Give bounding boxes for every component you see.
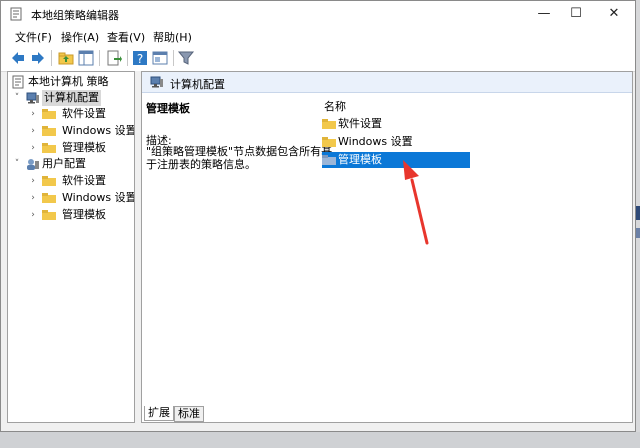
menu-view[interactable]: 查看(V) bbox=[107, 29, 145, 45]
tree-label: 软件设置 bbox=[62, 107, 106, 120]
description-panel: 管理模板 描述: "组策略管理模板"节点数据包含所有基于注册表的策略信息。 bbox=[142, 92, 332, 404]
details-header: 计算机配置 bbox=[142, 72, 632, 93]
chevron-right-icon[interactable]: › bbox=[28, 140, 38, 156]
tree-label: 计算机配置 bbox=[42, 90, 101, 106]
tree-label: 管理模板 bbox=[62, 208, 106, 221]
window-title: 本地组策略编辑器 bbox=[31, 9, 119, 22]
policy-document-icon bbox=[12, 75, 24, 89]
list-item-label: Windows 设置 bbox=[338, 135, 413, 148]
folder-icon bbox=[42, 176, 56, 186]
column-header-name[interactable]: 名称 bbox=[324, 98, 346, 114]
filter-icon[interactable] bbox=[177, 49, 195, 67]
menu-bar: 文件(F) 操作(A) 查看(V) 帮助(H) bbox=[1, 27, 635, 45]
list-item-label: 软件设置 bbox=[338, 117, 382, 130]
toolbar-separator bbox=[127, 50, 128, 66]
show-hide-tree-icon[interactable] bbox=[77, 49, 95, 67]
export-list-icon[interactable] bbox=[105, 49, 123, 67]
menu-help[interactable]: 帮助(H) bbox=[153, 29, 192, 45]
tab-standard[interactable]: 标准 bbox=[174, 406, 204, 422]
items-list: 名称 软件设置 Windows 设置 管理模板 bbox=[318, 92, 632, 404]
back-icon[interactable] bbox=[9, 49, 27, 67]
folder-icon bbox=[322, 119, 336, 129]
details-header-title: 计算机配置 bbox=[170, 78, 225, 91]
tab-extended[interactable]: 扩展 bbox=[144, 406, 174, 421]
folder-icon bbox=[42, 143, 56, 153]
user-icon bbox=[27, 159, 39, 170]
description-title: 管理模板 bbox=[146, 102, 190, 115]
chevron-down-icon[interactable]: ˅ bbox=[12, 156, 22, 172]
background-window-edge bbox=[636, 228, 640, 238]
folder-icon bbox=[322, 155, 336, 165]
toolbar: ? bbox=[1, 45, 635, 72]
description-text: "组策略管理模板"节点数据包含所有基于注册表的策略信息。 bbox=[146, 145, 333, 171]
title-bar[interactable]: 本地组策略编辑器 — ☐ ✕ bbox=[1, 1, 635, 27]
folder-icon bbox=[42, 126, 56, 136]
up-folder-icon[interactable] bbox=[57, 49, 75, 67]
help-icon[interactable]: ? bbox=[131, 49, 149, 67]
chevron-right-icon[interactable]: › bbox=[28, 190, 38, 206]
background-window-edge bbox=[636, 0, 640, 448]
menu-file[interactable]: 文件(F) bbox=[15, 29, 52, 45]
list-item-label: 管理模板 bbox=[338, 153, 382, 166]
folder-icon bbox=[42, 109, 56, 119]
toolbar-separator bbox=[51, 50, 52, 66]
close-button[interactable]: ✕ bbox=[591, 1, 637, 27]
console-tree: 本地计算机 策略 ˅ 计算机配置 › 软件设置 › Windows 设置 › 管… bbox=[7, 71, 135, 423]
tree-label: Windows 设置 bbox=[62, 191, 135, 204]
forward-icon[interactable] bbox=[29, 49, 47, 67]
svg-text:?: ? bbox=[137, 52, 143, 66]
folder-icon bbox=[322, 137, 336, 147]
menu-action[interactable]: 操作(A) bbox=[61, 29, 99, 45]
list-item-admin-templates[interactable]: 管理模板 bbox=[322, 152, 470, 168]
computer-icon bbox=[150, 76, 163, 88]
background-window-edge bbox=[636, 206, 640, 220]
folder-icon bbox=[42, 210, 56, 220]
group-policy-editor-window: 本地组策略编辑器 — ☐ ✕ 文件(F) 操作(A) 查看(V) 帮助(H) ?… bbox=[0, 0, 636, 432]
chevron-right-icon[interactable]: › bbox=[28, 173, 38, 189]
tree-label: 本地计算机 策略 bbox=[28, 75, 109, 88]
computer-icon bbox=[26, 92, 39, 104]
tree-label: 用户配置 bbox=[42, 157, 86, 170]
tree-label: Windows 设置 bbox=[62, 124, 135, 137]
tree-label: 管理模板 bbox=[62, 141, 106, 154]
toolbar-separator bbox=[99, 50, 100, 66]
folder-icon bbox=[42, 193, 56, 203]
tree-label: 软件设置 bbox=[62, 174, 106, 187]
properties-icon[interactable] bbox=[151, 49, 169, 67]
chevron-down-icon[interactable]: ˅ bbox=[12, 90, 22, 106]
view-tabs: 扩展 标准 bbox=[142, 406, 632, 422]
chevron-right-icon[interactable]: › bbox=[28, 123, 38, 139]
app-icon bbox=[10, 7, 22, 21]
chevron-right-icon[interactable]: › bbox=[28, 207, 38, 223]
background-window-edge bbox=[0, 432, 640, 448]
chevron-right-icon[interactable]: › bbox=[28, 106, 38, 122]
toolbar-separator bbox=[173, 50, 174, 66]
details-pane: 计算机配置 管理模板 描述: "组策略管理模板"节点数据包含所有基于注册表的策略… bbox=[141, 71, 633, 423]
